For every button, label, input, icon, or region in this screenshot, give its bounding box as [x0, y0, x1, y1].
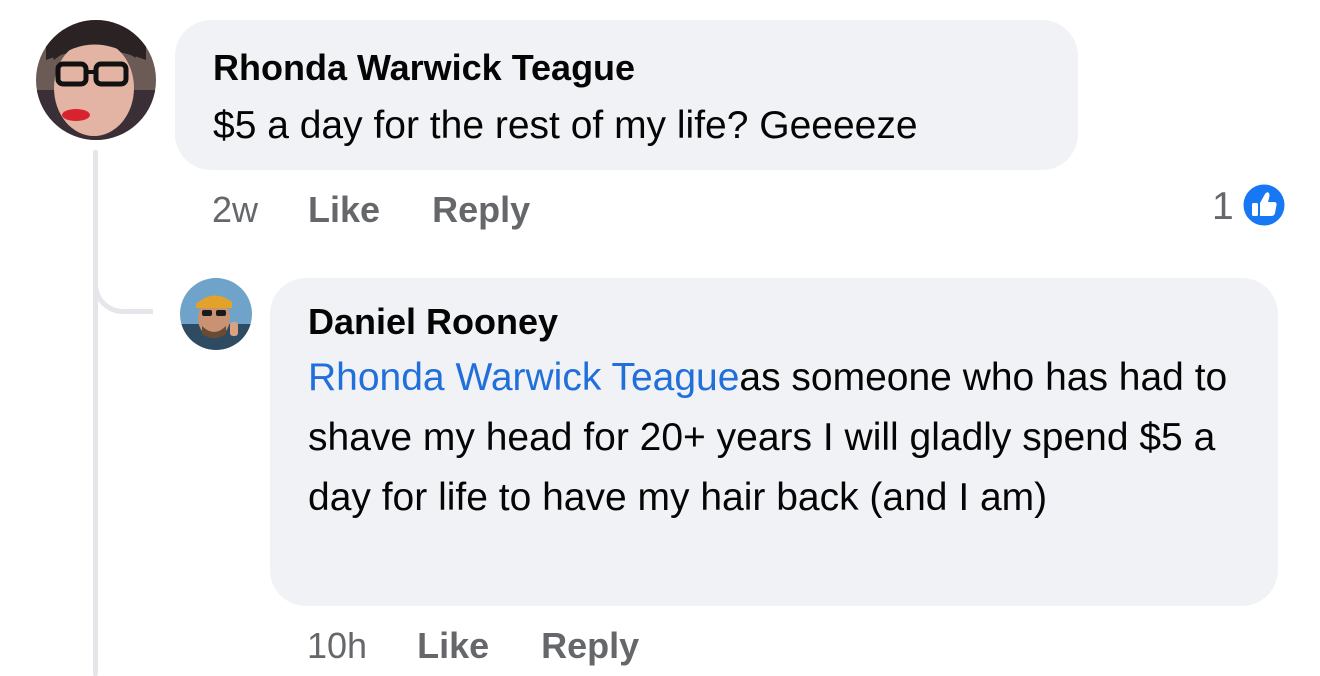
reaction-count: 1 [1212, 185, 1234, 228]
reply-button[interactable]: Reply [541, 625, 639, 667]
mention-link[interactable]: Rhonda Warwick Teague [308, 356, 739, 399]
avatar[interactable] [36, 20, 156, 140]
comment-actions: 10h Like Reply [307, 624, 691, 668]
comment-bubble: Rhonda Warwick Teague $5 a day for the r… [175, 20, 1078, 170]
comment-text: Rhonda Warwick Teagueas someone who has … [308, 348, 1240, 528]
thread-line [93, 150, 98, 676]
reply-button[interactable]: Reply [432, 189, 530, 231]
comment-bubble: Daniel Rooney Rhonda Warwick Teagueas so… [270, 278, 1278, 606]
comment-text: $5 a day for the rest of my life? Geeeez… [213, 104, 918, 147]
comment-actions: 2w Like Reply [212, 188, 582, 232]
reaction-summary[interactable]: 1 [1212, 181, 1288, 234]
like-button[interactable]: Like [417, 625, 489, 667]
like-button[interactable]: Like [308, 189, 380, 231]
comment-author[interactable]: Rhonda Warwick Teague [213, 46, 1040, 90]
comment-author[interactable]: Daniel Rooney [308, 300, 1240, 344]
like-icon [1240, 181, 1288, 234]
reply-connector [93, 240, 153, 314]
avatar[interactable] [180, 278, 252, 350]
comment-timestamp[interactable]: 10h [307, 625, 367, 667]
comment-timestamp[interactable]: 2w [212, 189, 258, 231]
